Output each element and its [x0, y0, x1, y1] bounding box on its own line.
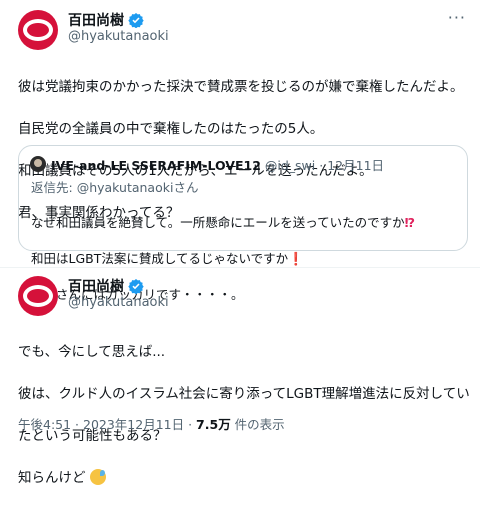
more-options-icon[interactable]: ··· — [448, 8, 466, 27]
tweet-line: でも、今にして思えば... — [18, 344, 166, 360]
tweet-line: 知らんけど — [18, 468, 470, 489]
reply-handle[interactable]: @hyakutanaoki — [77, 180, 174, 195]
exclamation-icon: ❗ — [288, 251, 304, 266]
reply-suffix: さん — [173, 180, 199, 195]
tweet-line: 彼は、クルド人のイスラム社会に寄り添ってLGBT理解増進法に反対してい — [18, 386, 470, 402]
separator-dot: · — [184, 417, 197, 432]
quoted-line: なぜ和田議員を絶賛して。一所懸命にエールを送っていたのですか⁉ — [31, 214, 415, 232]
avatar[interactable] — [18, 276, 58, 316]
divider — [0, 267, 480, 268]
handle[interactable]: @hyakutanaoki — [68, 29, 169, 44]
views-label: 件の表示 — [230, 417, 285, 432]
reply-prefix: 返信先: — [31, 180, 77, 195]
post-time[interactable]: 午後4:51 — [18, 417, 71, 432]
logo-ring-icon — [23, 285, 53, 307]
quoted-display-name[interactable]: IVE-and-LE SSERAFIM-LOVE12 — [51, 158, 261, 173]
logo-ring-icon — [23, 19, 53, 41]
quoted-line: 和田はLGBT法案に賛成してるじゃないですか❗ — [31, 250, 415, 268]
quoted-line-text: なぜ和田議員を絶賛して。一所懸命にエールを送っていたのですか — [31, 215, 405, 230]
verified-badge-icon — [128, 13, 144, 28]
avatar[interactable] — [18, 10, 58, 50]
post-date[interactable]: 2023年12月11日 — [83, 417, 184, 432]
reply-to-line: 返信先: @hyakutanaokiさん — [31, 177, 198, 196]
display-name[interactable]: 百田尚樹 — [68, 10, 124, 30]
sweat-smile-emoji-icon — [89, 469, 106, 485]
author-name-line[interactable]: 百田尚樹 — [68, 276, 144, 296]
verified-badge-icon — [128, 279, 144, 294]
tweet-meta: 午後4:51 · 2023年12月11日 · 7.5万 件の表示 — [18, 414, 285, 433]
quoted-avatar[interactable] — [30, 156, 46, 172]
quoted-tweet[interactable]: IVE-and-LE SSERAFIM-LOVE12 @id_swi · 12月… — [18, 145, 468, 302]
view-count: 7.5万 — [196, 417, 231, 432]
quoted-date[interactable]: 12月11日 — [327, 158, 384, 173]
tweet-line: 自民党の全議員の中で棄権したのはたったの5人。 — [18, 121, 324, 137]
quoted-header: IVE-and-LE SSERAFIM-LOVE12 @id_swi · 12月… — [51, 155, 384, 174]
interrobang-icon: ⁉ — [404, 215, 415, 230]
tweet-line: 彼は党議拘束のかかった採決で賛成票を投じるのが嫌で棄権したんだよ。 — [18, 79, 464, 95]
display-name[interactable]: 百田尚樹 — [68, 276, 124, 296]
separator-dot: · — [319, 158, 324, 173]
quoted-handle[interactable]: @id_swi — [265, 158, 315, 173]
separator-dot: · — [71, 417, 83, 432]
author-name-line[interactable]: 百田尚樹 — [68, 10, 144, 30]
quoted-line-text: 和田はLGBT法案に賛成してるじゃないですか — [31, 251, 289, 266]
handle[interactable]: @hyakutanaoki — [68, 295, 169, 310]
tweet-line-text: 知らんけど — [18, 470, 86, 486]
